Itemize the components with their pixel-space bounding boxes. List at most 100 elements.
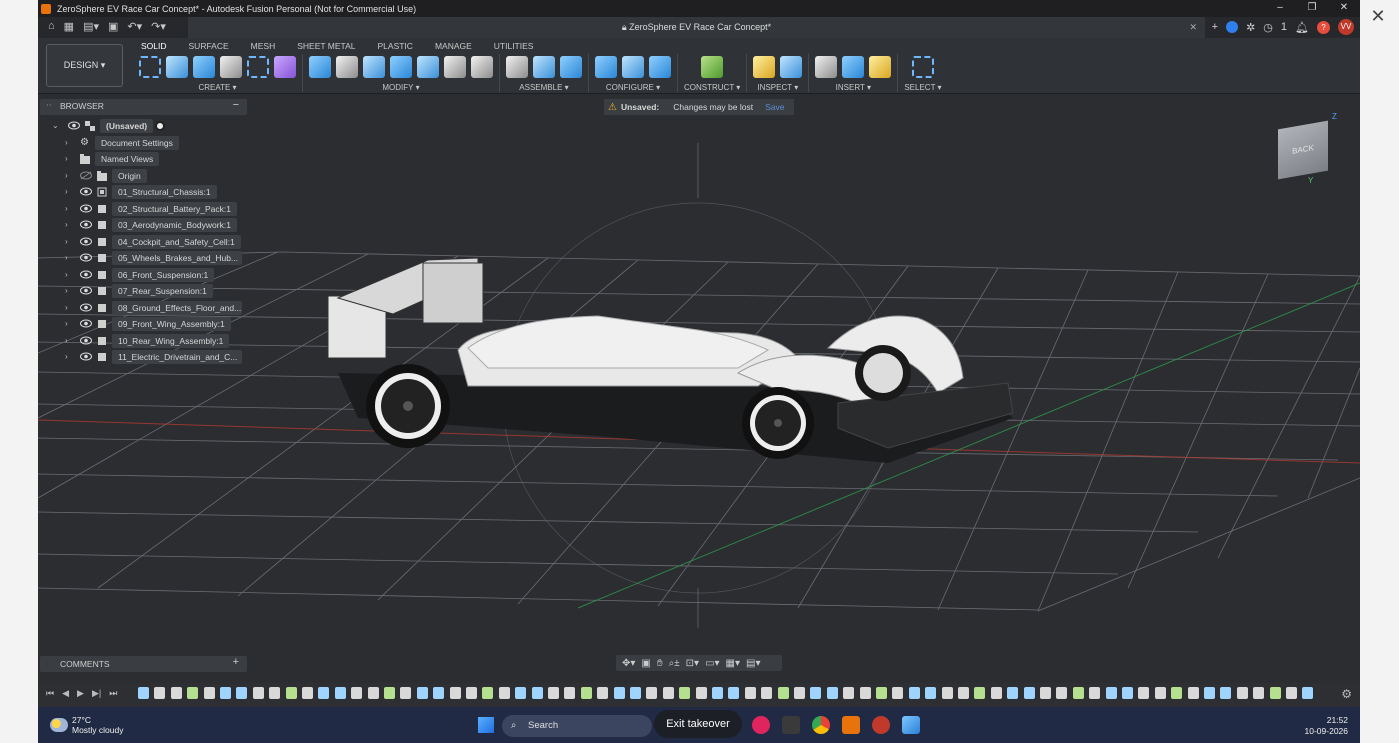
chevron-right-icon[interactable]: › [65, 286, 68, 295]
fit-icon[interactable]: ⊡▾ [686, 658, 699, 669]
timeline-feature[interactable] [564, 687, 576, 699]
tree-item-origin[interactable]: › Origin [38, 168, 253, 185]
timeline-feature[interactable] [367, 687, 379, 699]
fusion-taskbar-icon[interactable] [842, 716, 860, 734]
timeline-feature[interactable] [1072, 687, 1084, 699]
bell-icon[interactable]: 🔔︎ [1295, 21, 1309, 34]
timeline-feature[interactable] [712, 687, 723, 699]
rectangle-icon[interactable] [247, 56, 269, 78]
tab-plastic[interactable]: PLASTIC [370, 40, 427, 52]
timeline-feature[interactable] [761, 687, 773, 699]
timeline-feature[interactable] [236, 687, 248, 699]
configure-c-icon[interactable] [649, 56, 671, 78]
hole-icon[interactable] [220, 56, 242, 78]
tab-solid[interactable]: SOLID [133, 40, 181, 52]
combine-icon[interactable] [390, 56, 412, 78]
activate-target-icon[interactable] [155, 121, 165, 131]
save-icon[interactable]: ▣ [108, 20, 118, 33]
help-icon[interactable]: ? [1317, 20, 1330, 34]
canvas-icon[interactable] [869, 56, 892, 78]
timeline-feature[interactable] [958, 687, 969, 699]
create-menu-label[interactable]: CREATE ▾ [198, 83, 236, 92]
insert-menu-label[interactable]: INSERT ▾ [836, 83, 871, 92]
timeline-feature[interactable] [1286, 687, 1297, 699]
chevron-down-icon[interactable]: ⌄ [52, 121, 59, 130]
form-icon[interactable] [274, 56, 296, 78]
new-component-icon[interactable] [506, 56, 528, 78]
timeline-feature[interactable] [433, 687, 445, 699]
timeline-feature[interactable] [810, 687, 822, 699]
tab-mesh[interactable]: MESH [243, 40, 290, 52]
viewports-icon[interactable]: ▤▾ [746, 658, 760, 669]
tree-item-component[interactable]: › 02_Structural_Battery_Pack:1 [38, 201, 253, 218]
timeline-feature[interactable] [252, 687, 264, 699]
chevron-right-icon[interactable]: › [65, 336, 68, 345]
timeline-feature[interactable] [613, 687, 625, 699]
user-avatar[interactable]: VV [1338, 19, 1354, 35]
timeline-feature[interactable] [154, 687, 166, 699]
comments-panel-header[interactable]: COMMENTS + [40, 656, 247, 672]
timeline-feature[interactable] [400, 687, 412, 699]
timeline-feature[interactable] [728, 687, 740, 699]
terminal-icon[interactable] [782, 716, 800, 734]
window-select-icon[interactable] [911, 56, 934, 78]
timeline-feature[interactable] [1023, 687, 1035, 699]
step-back-icon[interactable]: ◀ [62, 688, 69, 699]
timeline-feature[interactable] [925, 687, 937, 699]
timeline-feature[interactable] [515, 687, 527, 699]
modify-menu-label[interactable]: MODIFY ▾ [382, 83, 419, 92]
configure-a-icon[interactable] [595, 56, 617, 78]
timeline-feature[interactable] [1105, 687, 1117, 699]
browser-panel-header[interactable]: ⋅⋅ BROWSER − [40, 99, 247, 115]
home-icon[interactable]: ⌂ [48, 20, 55, 33]
move-icon[interactable] [444, 56, 466, 78]
as-built-joint-icon[interactable] [560, 56, 582, 78]
close-button[interactable]: ✕ [1328, 0, 1360, 17]
timeline-feature[interactable] [384, 687, 395, 699]
timeline-feature[interactable] [285, 687, 297, 699]
measure-icon[interactable] [753, 56, 776, 78]
add-comment-icon[interactable]: + [233, 656, 239, 668]
job-status-icon[interactable]: ◷ [1263, 21, 1273, 34]
file-menu-icon[interactable]: ▤▾ [83, 20, 99, 33]
tab-sheet-metal[interactable]: SHEET METAL [289, 40, 369, 52]
go-to-start-icon[interactable]: ⏮ [46, 688, 54, 699]
document-tab[interactable]: 🔒︎ ZeroSphere EV Race Car Concept* ✕ [188, 17, 1205, 38]
configure-b-icon[interactable] [622, 56, 644, 78]
step-forward-icon[interactable]: ▶| [92, 688, 101, 699]
look-at-icon[interactable]: ▣ [641, 658, 650, 669]
eye-icon[interactable] [80, 352, 92, 361]
tree-root[interactable]: ⌄ (Unsaved) [38, 118, 253, 135]
timeline-feature[interactable] [990, 687, 1002, 699]
chevron-right-icon[interactable]: › [65, 138, 68, 147]
timeline-feature[interactable] [1171, 687, 1183, 699]
timeline-feature[interactable] [1138, 687, 1150, 699]
eye-icon[interactable] [80, 270, 92, 279]
eye-icon[interactable] [68, 121, 80, 130]
timeline-feature[interactable] [138, 687, 149, 699]
chevron-right-icon[interactable]: › [65, 253, 68, 262]
section-analysis-icon[interactable] [780, 56, 803, 78]
timeline-feature[interactable] [826, 687, 838, 699]
extensions-icon[interactable] [1226, 21, 1239, 33]
weather-widget[interactable]: 27°C Mostly cloudy [50, 715, 124, 735]
timeline-feature[interactable] [941, 687, 953, 699]
tree-item-component[interactable]: › 04_Cockpit_and_Safety_Cell:1 [38, 234, 253, 251]
tree-item-component[interactable]: › 08_Ground_Effects_Floor_and... [38, 300, 253, 317]
decal-icon[interactable] [842, 56, 865, 78]
tree-item-component[interactable]: › 10_Rear_Wing_Assembly:1 [38, 333, 253, 350]
taskbar-search-input[interactable]: ⌕ Search [502, 715, 652, 737]
go-to-end-icon[interactable]: ⏭ [109, 688, 117, 699]
timeline-feature[interactable] [908, 687, 920, 699]
timeline-feature[interactable] [646, 687, 658, 699]
timeline-feature[interactable] [187, 687, 199, 699]
tree-item-document-settings[interactable]: › ⚙ Document Settings [38, 135, 253, 152]
close-takeover-icon[interactable]: ✕ [1368, 6, 1388, 26]
timeline-track[interactable] [138, 687, 1318, 701]
play-icon[interactable]: ▶ [77, 688, 84, 699]
chevron-right-icon[interactable]: › [65, 154, 68, 163]
timeline-feature[interactable] [1056, 687, 1068, 699]
press-pull-icon[interactable] [309, 56, 331, 78]
gear-icon[interactable]: ⚙ [1341, 687, 1352, 701]
online-status-icon[interactable]: ✲ [1246, 21, 1255, 34]
